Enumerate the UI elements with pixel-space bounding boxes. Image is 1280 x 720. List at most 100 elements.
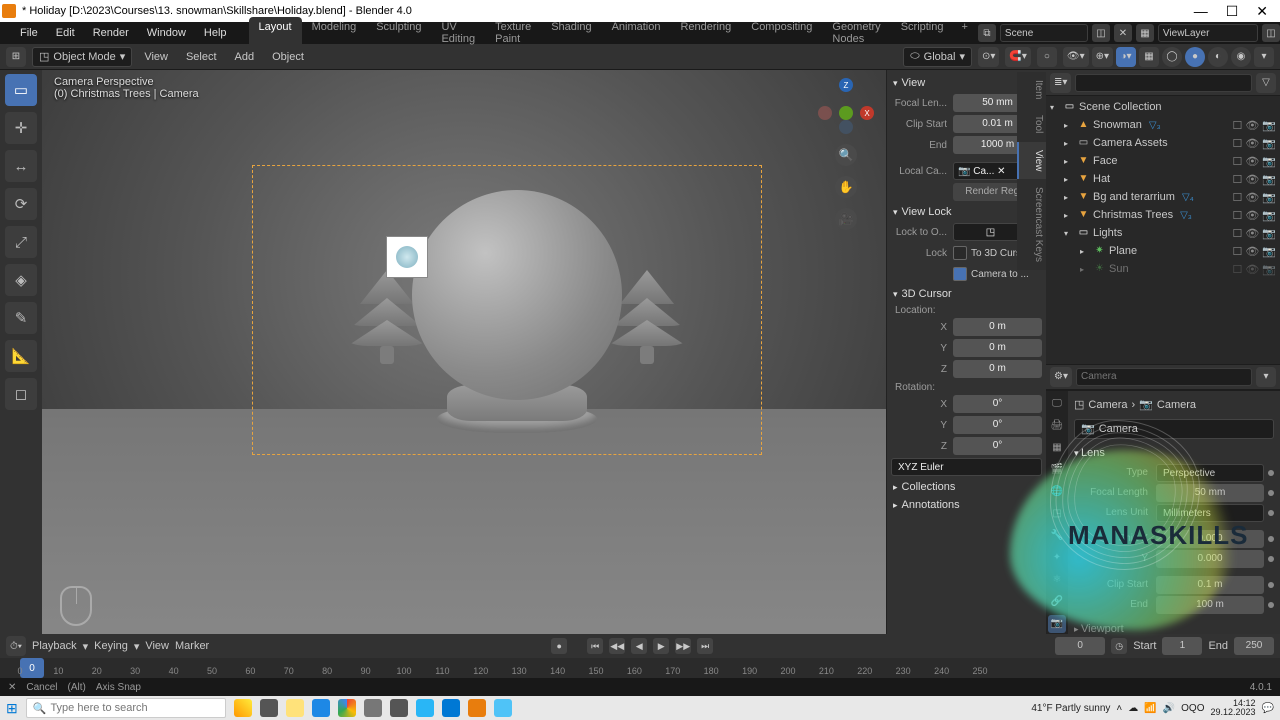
app-icon-2[interactable] [494, 699, 512, 717]
snap-icon[interactable]: 🧲▾ [1005, 47, 1030, 67]
propedit-icon[interactable]: ○ [1037, 47, 1057, 67]
tool-addcube[interactable]: ◻ [5, 378, 37, 410]
ws-tab-geonodes[interactable]: Geometry Nodes [822, 17, 890, 49]
cursor-rot-z[interactable]: 0° [953, 437, 1042, 455]
minimize-button[interactable]: — [1194, 3, 1208, 20]
hdr-view[interactable]: View [138, 48, 174, 66]
restrict-select-icon[interactable]: ☐ [1232, 119, 1242, 132]
viewlayer-name-field[interactable]: ViewLayer [1158, 24, 1258, 42]
datablock-field[interactable]: 📷 Camera [1074, 419, 1274, 439]
menu-edit[interactable]: Edit [48, 24, 83, 42]
outliner-search[interactable] [1075, 74, 1252, 92]
shading-matprev-icon[interactable]: ◐ [1208, 47, 1228, 67]
ptab-physics[interactable]: ⚛ [1048, 571, 1066, 589]
ptab-output[interactable]: 🖨 [1048, 417, 1066, 435]
axis-z[interactable]: Z [839, 78, 853, 92]
hdr-select[interactable]: Select [180, 48, 223, 66]
start-frame-field[interactable]: 1 [1162, 637, 1202, 655]
cursor-loc-z[interactable]: 0 m [953, 360, 1042, 378]
outliner-item-sun[interactable]: ▸☀Sun☐👁📷 [1046, 260, 1280, 278]
taskbar-clock[interactable]: 14:1229.12.2023 [1211, 699, 1256, 717]
cam-clipstart-field[interactable]: 0.1 m [1156, 576, 1264, 594]
tool-transform[interactable]: ◈ [5, 264, 37, 296]
tl-playback[interactable]: Playback [32, 640, 77, 652]
editor-type-icon[interactable]: ⊞ [6, 47, 26, 67]
scene-browse-icon[interactable]: ⧉ [978, 24, 996, 42]
weather-widget[interactable]: 41°F Partly sunny [1031, 703, 1110, 714]
ptab-render[interactable]: 🖵 [1048, 395, 1066, 413]
shading-opts-icon[interactable]: ▾ [1254, 47, 1274, 67]
edge-icon[interactable] [312, 699, 330, 717]
autokey-icon[interactable]: ● [551, 638, 567, 654]
menu-render[interactable]: Render [85, 24, 137, 42]
jump-start-icon[interactable]: ⏮ [587, 638, 603, 654]
tray-chevron-icon[interactable]: ˄ [1116, 703, 1122, 714]
ws-tab-shading[interactable]: Shading [541, 17, 601, 49]
viewlayer-new-icon[interactable]: ◫ [1262, 24, 1280, 42]
mail-icon[interactable] [442, 699, 460, 717]
cursor-rot-y[interactable]: 0° [953, 416, 1042, 434]
tool-move[interactable]: ↔ [5, 150, 37, 182]
play-rev-icon[interactable]: ◀ [631, 638, 647, 654]
current-frame-field[interactable]: 0 [1055, 637, 1105, 655]
outliner-item-camera-assets[interactable]: ▸▭Camera Assets☐👁📷 [1046, 134, 1280, 152]
outliner-filter-icon[interactable]: ▽ [1256, 73, 1276, 93]
viewlayer-browse-icon[interactable]: ▦ [1136, 24, 1154, 42]
shading-solid-icon[interactable]: ● [1185, 47, 1205, 67]
ws-tab-sculpting[interactable]: Sculpting [366, 17, 431, 49]
scene-new-icon[interactable]: ◫ [1092, 24, 1110, 42]
cursor-rot-mode[interactable]: XYZ Euler [891, 458, 1042, 476]
viewport-3d[interactable]: Options ▾ Camera Perspective (0) Christm… [42, 70, 886, 654]
axis-x[interactable]: X [860, 106, 874, 120]
playhead[interactable]: 0 [20, 658, 44, 678]
hdr-object[interactable]: Object [266, 48, 310, 66]
lens-unit-select[interactable]: Millimeters [1156, 504, 1264, 522]
lens-panel-header[interactable]: Lens [1074, 443, 1274, 463]
ws-tab-compositing[interactable]: Compositing [741, 17, 822, 49]
ptab-object[interactable]: ◳ [1048, 505, 1066, 523]
np-collections-header[interactable]: Collections [891, 478, 1042, 496]
zoom-icon[interactable]: 🔍 [835, 144, 857, 166]
scene-name-field[interactable]: Scene [1000, 24, 1088, 42]
outliner-root[interactable]: ▾▭Scene Collection [1046, 98, 1280, 116]
tl-marker[interactable]: Marker [175, 640, 209, 652]
outliner-item-snowman[interactable]: ▸▲Snowman▽₃☐👁📷 [1046, 116, 1280, 134]
focal-length-field[interactable]: 50 mm [1156, 484, 1264, 502]
ws-tab-texture[interactable]: Texture Paint [485, 17, 541, 49]
outliner-item-lights[interactable]: ▾▭Lights☐👁📷 [1046, 224, 1280, 242]
np-annotations-header[interactable]: Annotations [891, 496, 1042, 514]
orientation-selector[interactable]: ⬭Global▾ [903, 47, 972, 67]
ntab-item[interactable]: Item [1017, 72, 1046, 107]
tool-select-box[interactable]: ▭ [5, 74, 37, 106]
close-button[interactable]: ✕ [1256, 3, 1268, 20]
ptab-scene[interactable]: 🎬 [1048, 461, 1066, 479]
axis-neg-z[interactable] [839, 120, 853, 134]
settings-icon[interactable] [390, 699, 408, 717]
end-frame-field[interactable]: 250 [1234, 637, 1274, 655]
pan-icon[interactable]: ✋ [835, 176, 857, 198]
notifications-icon[interactable]: 💬 [1262, 703, 1274, 714]
ptab-modifier[interactable]: 🔧 [1048, 527, 1066, 545]
ws-add-button[interactable]: + [953, 17, 975, 49]
cursor-rot-x[interactable]: 0° [953, 395, 1042, 413]
tray-volume-icon[interactable]: 🔊 [1163, 703, 1175, 714]
ptab-data-camera[interactable]: 📷 [1048, 615, 1066, 633]
tray-wifi-icon[interactable]: 📶 [1144, 703, 1156, 714]
properties-search[interactable] [1076, 368, 1252, 386]
start-button[interactable]: ⊞ [6, 700, 18, 717]
ws-tab-animation[interactable]: Animation [602, 17, 671, 49]
shading-wire-icon[interactable]: ◯ [1162, 47, 1182, 67]
ws-tab-scripting[interactable]: Scripting [891, 17, 954, 49]
camera-view-icon[interactable]: 🎥 [835, 208, 857, 230]
maximize-button[interactable]: ☐ [1226, 3, 1239, 20]
keyframe-prev-icon[interactable]: ◀◀ [609, 638, 625, 654]
np-3dcursor-header[interactable]: 3D Cursor [891, 285, 1042, 303]
outliner-item-hat[interactable]: ▸▼Hat☐👁📷 [1046, 170, 1280, 188]
overlay-icon[interactable]: ◑▾ [1116, 47, 1136, 67]
outliner-item-plane[interactable]: ▸✷Plane☐👁📷 [1046, 242, 1280, 260]
cursor-loc-x[interactable]: 0 m [953, 318, 1042, 336]
chrome-icon[interactable] [338, 699, 356, 717]
tool-annotate[interactable]: ✎ [5, 302, 37, 334]
cam-to-checkbox[interactable] [953, 267, 967, 281]
app-icon-1[interactable] [364, 699, 382, 717]
